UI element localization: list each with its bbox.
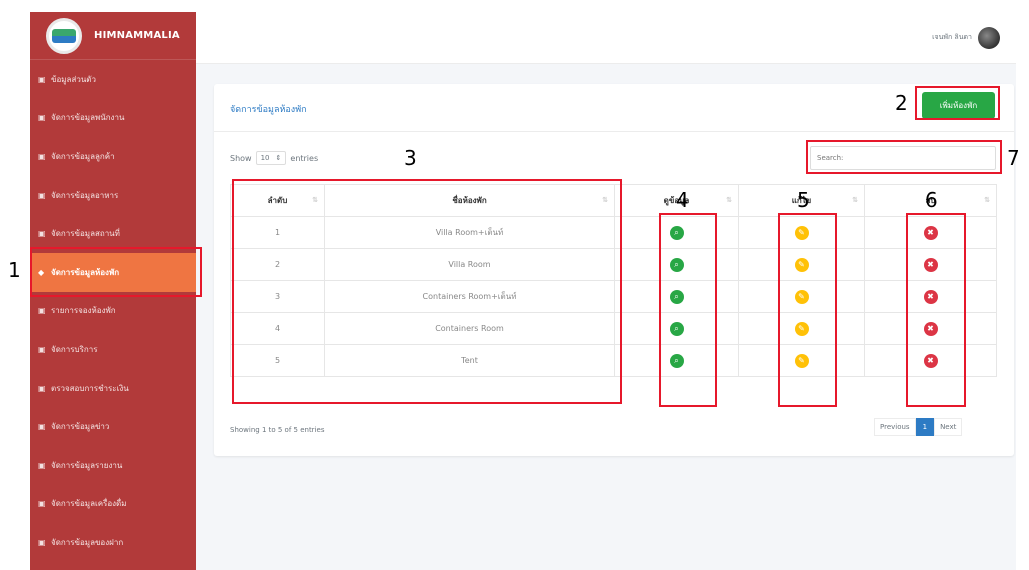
- annotation-box-2: [915, 86, 1000, 120]
- sidebar-item-label: จัดการข้อมูลพนักงาน: [51, 113, 125, 123]
- sidebar-item-customers[interactable]: ▣ จัดการข้อมูลลูกค้า: [30, 137, 196, 176]
- annotation-box-5: [778, 213, 837, 407]
- chevron-down-icon: ⇕: [275, 154, 282, 162]
- sidebar-item-label: ข้อมูลส่วนตัว: [51, 74, 96, 84]
- sidebar-item-profile[interactable]: ▣ ข้อมูลส่วนตัว: [30, 60, 196, 99]
- previous-button[interactable]: Previous: [874, 418, 916, 436]
- menu-icon: ▣: [38, 460, 46, 470]
- menu-icon: ▣: [38, 422, 46, 432]
- sidebar-item-services[interactable]: ▣ จัดการบริการ: [30, 330, 196, 369]
- annotation-number-6: 6: [925, 188, 938, 212]
- menu-icon: ▣: [38, 499, 46, 509]
- sidebar-item-payments[interactable]: ▣ ตรวจสอบการชำระเงิน: [30, 369, 196, 408]
- menu-icon: ▣: [38, 190, 46, 200]
- page-1-button[interactable]: 1: [915, 418, 935, 436]
- sidebar-item-label: จัดการข้อมูลเครื่องดื่ม: [51, 499, 127, 509]
- sidebar-item-news[interactable]: ▣ จัดการข้อมูลข่าว: [30, 407, 196, 446]
- menu-icon: ▣: [38, 344, 46, 354]
- menu-icon: ▣: [38, 74, 46, 84]
- menu-icon: ▣: [38, 306, 46, 316]
- sidebar-item-staff[interactable]: ▣ จัดการข้อมูลพนักงาน: [30, 99, 196, 138]
- show-label: Show: [230, 153, 252, 163]
- topbar: เจนพัก ลินดา: [196, 12, 1016, 64]
- annotation-number-2: 2: [895, 91, 908, 115]
- avatar[interactable]: [978, 26, 1000, 49]
- menu-icon: ▣: [38, 383, 46, 393]
- sort-icon: ⇅: [852, 196, 858, 204]
- sort-icon: ⇅: [984, 196, 990, 204]
- sidebar-item-label: รายการจองห้องพัก: [51, 306, 116, 316]
- menu-icon: ▣: [38, 113, 46, 123]
- sort-icon: ⇅: [726, 196, 732, 204]
- sidebar-item-label: ตรวจสอบการชำระเงิน: [51, 383, 129, 393]
- annotation-number-5: 5: [797, 188, 810, 212]
- app: HIMNAMMALIA ▣ ข้อมูลส่วนตัว ▣ จัดการข้อมูล…: [0, 0, 1029, 570]
- sidebar-item-reports[interactable]: ▣ จัดการข้อมูลรายงาน: [30, 446, 196, 485]
- sidebar-menu: ▣ ข้อมูลส่วนตัว ▣ จัดการข้อมูลพนักงาน ▣ จัด…: [30, 60, 196, 562]
- page-title: จัดการข้อมูลห้องพัก: [230, 105, 307, 115]
- sidebar-item-label: จัดการข้อมูลสถานที่: [51, 229, 120, 239]
- sidebar-item-souvenirs[interactable]: ▣ จัดการข้อมูลของฝาก: [30, 523, 196, 562]
- annotation-box-1: [30, 247, 202, 297]
- sidebar-item-label: จัดการบริการ: [51, 344, 98, 354]
- menu-icon: ▣: [38, 537, 46, 547]
- menu-icon: ▣: [38, 151, 46, 161]
- sidebar-item-label: จัดการข้อมูลอาหาร: [51, 190, 119, 200]
- brand[interactable]: HIMNAMMALIA: [30, 12, 196, 60]
- sidebar-item-label: จัดการข้อมูลของฝาก: [51, 537, 124, 547]
- menu-icon: ▣: [38, 229, 46, 239]
- entries-label: entries: [290, 153, 319, 163]
- sidebar-item-bookings[interactable]: ▣ รายการจองห้องพัก: [30, 292, 196, 331]
- entries-select[interactable]: 10 ⇕: [255, 151, 287, 165]
- brand-name: HIMNAMMALIA: [94, 30, 180, 41]
- annotation-number-7: 7: [1007, 146, 1020, 170]
- annotation-box-3: [232, 179, 622, 404]
- logo: [46, 17, 82, 54]
- username[interactable]: เจนพัก ลินดา: [932, 32, 972, 43]
- sidebar-item-label: จัดการข้อมูลรายงาน: [51, 460, 123, 470]
- sidebar-item-drinks[interactable]: ▣ จัดการข้อมูลเครื่องดื่ม: [30, 485, 196, 524]
- sidebar-item-label: จัดการข้อมูลลูกค้า: [51, 151, 115, 161]
- card-header: จัดการข้อมูลห้องพัก เพิ่มห้องพัก: [214, 84, 1014, 132]
- annotation-box-4: [659, 213, 717, 407]
- next-button[interactable]: Next: [934, 418, 963, 436]
- entries-value: 10: [260, 154, 270, 162]
- annotation-box-7: [806, 140, 1002, 174]
- showing-info: Showing 1 to 5 of 5 entries: [230, 426, 325, 434]
- annotation-number-1: 1: [8, 258, 21, 282]
- show-entries: Show 10 ⇕ entries: [230, 151, 318, 165]
- annotation-number-3: 3: [404, 146, 417, 170]
- annotation-box-6: [906, 213, 966, 407]
- pagination: Previous 1 Next: [874, 418, 963, 436]
- sidebar-item-label: จัดการข้อมูลข่าว: [51, 422, 110, 432]
- annotation-number-4: 4: [676, 188, 689, 212]
- sidebar-item-food[interactable]: ▣ จัดการข้อมูลอาหาร: [30, 176, 196, 215]
